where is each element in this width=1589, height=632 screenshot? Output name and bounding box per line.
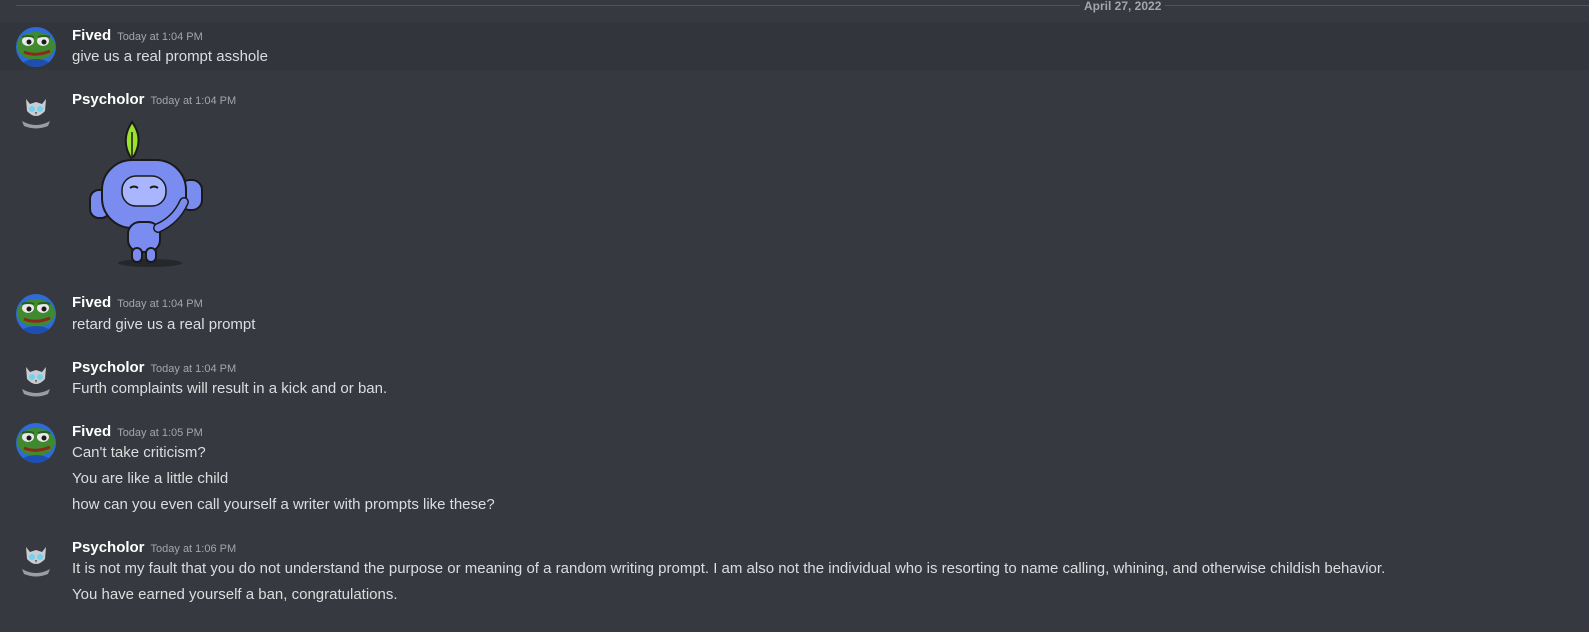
timestamp[interactable]: Today at 1:04 PM: [117, 31, 203, 43]
message-header: Psycholor Today at 1:04 PM: [72, 89, 236, 111]
message-text: It is not my fault that you do not under…: [72, 560, 1386, 577]
username[interactable]: Psycholor: [72, 539, 145, 556]
message-text: Can't take criticism?: [72, 444, 206, 461]
pepe-frog-avatar-icon[interactable]: [16, 294, 56, 334]
timestamp[interactable]: Today at 1:06 PM: [151, 543, 237, 555]
timestamp[interactable]: Today at 1:04 PM: [117, 298, 203, 310]
message-header: Psycholor Today at 1:06 PM: [72, 537, 236, 559]
message-text: You are like a little child: [72, 470, 229, 487]
message-text: give us a real prompt asshole: [72, 48, 268, 65]
message-group[interactable]: Fived Today at 1:04 PM give us a real pro…: [0, 22, 1589, 70]
message-text: You have earned yourself a ban, congratu…: [72, 586, 398, 603]
divider-line: [16, 5, 1589, 6]
divider-date: April 27, 2022: [1080, 0, 1166, 13]
username[interactable]: Fived: [72, 294, 111, 311]
pepe-frog-avatar-icon[interactable]: [16, 27, 56, 67]
message-group[interactable]: Psycholor Today at 1:06 PM It is not my f…: [0, 536, 1589, 610]
pepe-frog-avatar-icon[interactable]: [16, 423, 56, 463]
username[interactable]: Psycholor: [72, 359, 145, 376]
message-text: retard give us a real prompt: [72, 316, 256, 333]
owl-emblem-avatar-icon[interactable]: [16, 359, 56, 399]
message-group[interactable]: Psycholor Today at 1:04 PM Furth complain…: [0, 356, 1589, 404]
timestamp[interactable]: Today at 1:04 PM: [151, 95, 237, 107]
message-text: how can you even call yourself a writer …: [72, 496, 495, 513]
wumpus-leaf-wave-sticker[interactable]: [72, 110, 232, 270]
message-text: Furth complaints will result in a kick a…: [72, 380, 388, 397]
message-header: Psycholor Today at 1:04 PM: [72, 357, 236, 379]
username[interactable]: Fived: [72, 27, 111, 44]
username[interactable]: Fived: [72, 423, 111, 440]
owl-emblem-avatar-icon[interactable]: [16, 91, 56, 131]
username[interactable]: Psycholor: [72, 91, 145, 108]
timestamp[interactable]: Today at 1:04 PM: [151, 363, 237, 375]
chat-messages: April 27, 2022 Fived Today at 1:04 PM giv…: [0, 0, 1589, 632]
message-group[interactable]: Fived Today at 1:04 PM retard give us a r…: [0, 291, 1589, 339]
owl-emblem-avatar-icon[interactable]: [16, 539, 56, 579]
timestamp[interactable]: Today at 1:05 PM: [117, 427, 203, 439]
message-header: Fived Today at 1:04 PM: [72, 25, 203, 47]
message-group[interactable]: Fived Today at 1:05 PM Can't take critici…: [0, 420, 1589, 520]
message-header: Fived Today at 1:04 PM: [72, 292, 203, 314]
message-header: Fived Today at 1:05 PM: [72, 421, 203, 443]
date-divider: April 27, 2022: [16, 0, 1589, 13]
message-group[interactable]: Psycholor Today at 1:04 PM: [0, 86, 1589, 276]
